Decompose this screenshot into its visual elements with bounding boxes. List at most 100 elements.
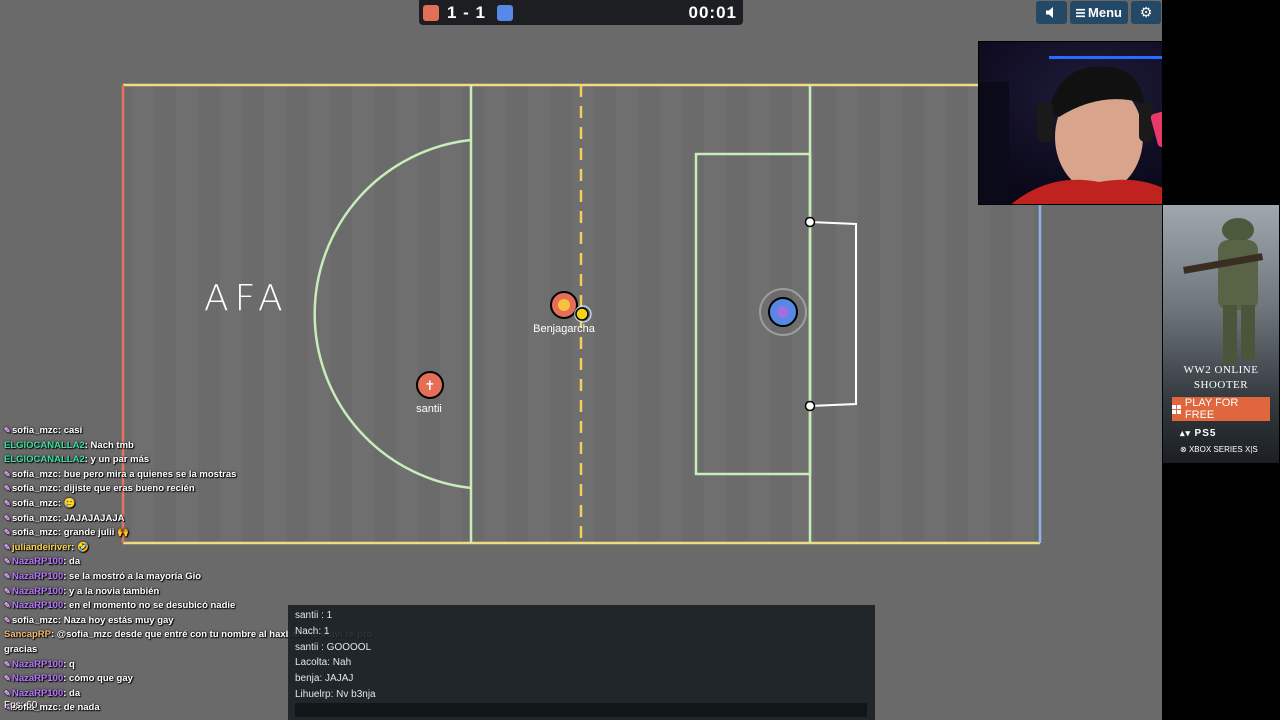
- top-controls: Menu ⚙: [1036, 1, 1161, 25]
- stream-chat-message: ✎sofia_mzc: grande julii 🙌: [4, 526, 384, 541]
- badge-icon: ✎: [4, 586, 11, 596]
- menu-button[interactable]: Menu: [1070, 1, 1128, 24]
- ball: [575, 307, 589, 321]
- advertisement-panel[interactable]: WW2 ONLINE SHOOTER: [1162, 0, 1280, 720]
- game-chat-line: Nach: 1: [295, 625, 330, 637]
- stream-chat-message: ✎NazaRP100: da: [4, 555, 384, 570]
- stream-chat-message: ELGIOCANALLA2: y un par más: [4, 453, 384, 468]
- badge-icon: ✎: [4, 601, 11, 611]
- stream-chat-message: ✎sofia_mzc: dijiste que eras bueno recié…: [4, 482, 384, 497]
- red-team-indicator: [423, 5, 439, 21]
- chat-username[interactable]: sofia_mzc: [12, 425, 58, 436]
- badge-icon: ✎: [4, 542, 11, 552]
- badge-icon: ✎: [4, 571, 11, 581]
- chat-username[interactable]: sofia_mzc: [12, 513, 58, 524]
- chat-message-text: : bue pero mira a quienes se la mostras: [57, 468, 237, 480]
- badge-icon: ✎: [4, 484, 11, 494]
- xbox-icon: ⊗: [1180, 445, 1189, 454]
- stream-chat-message: ✎sofia_mzc: JAJAJAJAJA: [4, 512, 384, 527]
- game-chat-line: benja: JAJAJ: [295, 673, 354, 685]
- speaker-icon: [1045, 7, 1053, 18]
- stream-chat-message: ELGIOCANALLA2: Nach tmb: [4, 439, 384, 454]
- chat-message-text: : y un par más: [84, 454, 150, 466]
- chat-message-text: : en el momento no se desubicó nadie: [63, 600, 236, 612]
- settings-button[interactable]: ⚙: [1131, 1, 1161, 24]
- sound-button[interactable]: [1036, 1, 1067, 24]
- ad-title-line1: WW2 ONLINE: [1183, 364, 1259, 376]
- chat-message-text: : casi: [57, 425, 83, 436]
- stream-chat-message: ✎NazaRP100: se la mostró a la mayoría Gi…: [4, 570, 384, 585]
- chat-message-text: : JAJAJAJAJA: [57, 512, 125, 524]
- playstation-icon: ▴▾: [1180, 428, 1195, 438]
- chat-username[interactable]: sofia_mzc: [12, 469, 58, 480]
- stream-chat-message: ✎sofia_mzc: casi: [4, 424, 384, 439]
- chat-message-text: : y a la novia también: [63, 585, 160, 597]
- badge-icon: ✎: [4, 528, 11, 538]
- goal-post-top: [804, 216, 816, 228]
- ad-ps5-label: ▴▾ PS5: [1180, 428, 1217, 439]
- chat-username[interactable]: NazaRP100: [12, 571, 63, 582]
- chat-message-text: : da: [63, 556, 81, 568]
- stream-chat-message: ✎sofia_mzc: 🥲: [4, 497, 384, 512]
- game-chat-panel: santii : 1 Nach: 1 santii : GOOOOL Lacolta:…: [288, 605, 875, 720]
- ad-cta-label: PLAY FOR FREE: [1184, 397, 1239, 421]
- chat-message-text: : cómo que gay: [63, 673, 133, 685]
- field-logo-text: AFA: [204, 278, 289, 319]
- chat-username[interactable]: ELGIOCANALLA2: [4, 454, 85, 465]
- chat-username[interactable]: sofia_mzc: [12, 527, 58, 538]
- badge-icon: ✎: [4, 674, 11, 684]
- blue-team-indicator: [497, 5, 513, 21]
- game-chat-log: santii : 1 Nach: 1 santii : GOOOOL Lacolta:…: [295, 608, 376, 703]
- chat-message-text: : Nach tmb: [84, 439, 134, 451]
- chat-message-text: : Naza hoy estás muy gay: [57, 614, 174, 626]
- hand-icon: [777, 306, 789, 318]
- hamburger-icon: [1076, 8, 1086, 17]
- game-chat-line: santii : GOOOOL: [295, 641, 372, 653]
- chat-username[interactable]: NazaRP100: [12, 586, 63, 597]
- chat-message-text: : de nada: [57, 702, 100, 714]
- chat-username[interactable]: sofia_mzc: [12, 483, 58, 494]
- ad-soldier-image: [1163, 205, 1279, 463]
- ad-title: WW2 ONLINE SHOOTER: [1163, 363, 1279, 393]
- gear-icon: ⚙: [1139, 4, 1153, 21]
- chat-username[interactable]: sofia_mzc: [12, 498, 58, 509]
- cross-icon: ✝: [425, 379, 436, 394]
- badge-icon: ✎: [4, 513, 11, 523]
- chat-message-text: : q: [63, 658, 75, 670]
- chat-username[interactable]: juliandeiriver: [12, 542, 71, 553]
- badge-icon: ✎: [4, 469, 11, 479]
- chat-message-text: : da: [63, 687, 81, 699]
- chat-username[interactable]: SancapRP: [4, 629, 51, 640]
- game-chat-input[interactable]: [295, 703, 867, 717]
- score-text: 1 - 1: [447, 3, 487, 22]
- chat-username[interactable]: NazaRP100: [12, 673, 63, 684]
- match-timer: 00:01: [688, 3, 737, 22]
- chat-username[interactable]: NazaRP100: [12, 688, 63, 699]
- chat-username[interactable]: NazaRP100: [12, 556, 63, 567]
- chat-message-text: : 🤣: [71, 541, 89, 553]
- badge-icon: ✎: [4, 659, 11, 669]
- chat-username[interactable]: NazaRP100: [12, 600, 63, 611]
- ad-title-line2: SHOOTER: [1193, 379, 1249, 391]
- fps-counter: Fps: 60: [4, 700, 38, 711]
- emoji-face-icon: [558, 299, 570, 311]
- stream-chat-message: ✎sofia_mzc: bue pero mira a quienes se l…: [4, 468, 384, 483]
- badge-icon: ✎: [4, 498, 11, 508]
- goal-post-bottom: [804, 400, 816, 412]
- badge-icon: ✎: [4, 426, 11, 435]
- game-chat-line: santii : 1: [295, 610, 333, 621]
- game-chat-line: Lacolta: Nah: [295, 657, 352, 669]
- chat-username[interactable]: NazaRP100: [12, 659, 63, 670]
- chat-message-text: : se la mostró a la mayoría Gio: [63, 570, 202, 582]
- stream-chat-message: ✎juliandeiriver: 🤣: [4, 541, 384, 556]
- stream-chat-message: ✎NazaRP100: y a la novia también: [4, 585, 384, 600]
- chat-username[interactable]: ELGIOCANALLA2: [4, 440, 85, 451]
- ad-play-button[interactable]: PLAY FOR FREE: [1172, 397, 1270, 421]
- menu-label: Menu: [1088, 5, 1122, 20]
- scoreboard: 1 - 1 00:01: [419, 0, 743, 25]
- player-name-santii: santii: [416, 403, 442, 415]
- chat-message-text: : grande julii 🙌: [57, 527, 129, 539]
- chat-message-text: : 🥲: [57, 497, 76, 509]
- windows-icon: [1172, 404, 1181, 414]
- chat-username[interactable]: sofia_mzc: [12, 615, 58, 626]
